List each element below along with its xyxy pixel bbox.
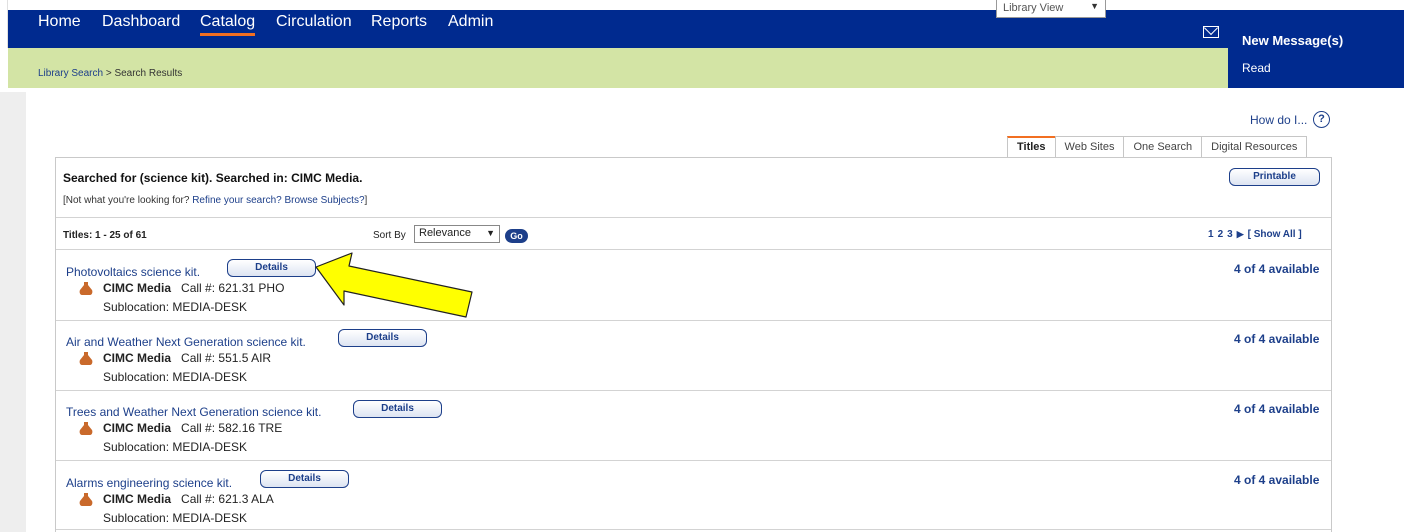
chevron-down-icon: ▼ (486, 228, 495, 238)
sort-by-label: Sort By (373, 230, 406, 241)
location-name: CIMC Media (103, 351, 172, 365)
availability[interactable]: 4 of 4 available (1234, 332, 1319, 346)
divider (56, 217, 1331, 218)
next-page-icon[interactable]: ▶ (1237, 229, 1244, 239)
call-label: Call #: (181, 351, 216, 365)
show-all-link[interactable]: [ Show All ] (1248, 229, 1302, 240)
page-link-3[interactable]: 3 (1227, 229, 1233, 240)
refine-suffix: ] (364, 195, 368, 206)
divider (56, 460, 1331, 461)
breadcrumb-library-search[interactable]: Library Search (38, 68, 103, 79)
tab-digital-resources[interactable]: Digital Resources (1201, 136, 1308, 158)
results-count: Titles: 1 - 25 of 61 (63, 230, 147, 241)
library-view-select[interactable]: Library View ▼ (996, 0, 1106, 18)
breadcrumb-current: Search Results (114, 68, 183, 79)
top-band (8, 0, 1404, 10)
new-messages-link[interactable]: New Message(s) (1242, 33, 1343, 48)
tab-web-sites[interactable]: Web Sites (1054, 136, 1125, 158)
divider (56, 249, 1331, 250)
tab-titles[interactable]: Titles (1007, 136, 1056, 158)
result-tabs: Titles Web Sites One Search Digital Reso… (1007, 136, 1308, 158)
science-kit-icon (79, 282, 93, 295)
location-name: CIMC Media (103, 421, 172, 435)
record-location: CIMC Media Call #: 551.5 AIR (103, 351, 271, 365)
divider (56, 320, 1331, 321)
refine-hint: [Not what you're looking for? Refine you… (63, 195, 367, 206)
read-messages-link[interactable]: Read (1242, 61, 1271, 75)
science-kit-icon (79, 493, 93, 506)
call-label: Call #: (181, 492, 216, 506)
details-button[interactable]: Details (260, 470, 349, 488)
printable-button[interactable]: Printable (1229, 168, 1320, 186)
details-button[interactable]: Details (353, 400, 442, 418)
availability[interactable]: 4 of 4 available (1234, 473, 1319, 487)
refine-prefix: [Not what you're looking for? (63, 195, 193, 206)
nav-dashboard[interactable]: Dashboard (102, 13, 180, 31)
sublocation: Sublocation: MEDIA-DESK (103, 511, 248, 525)
divider (56, 390, 1331, 391)
annotation-arrow (315, 252, 473, 318)
messages-panel (1228, 10, 1404, 88)
divider (56, 529, 1331, 530)
mail-icon[interactable] (1203, 26, 1219, 38)
nav-circulation[interactable]: Circulation (276, 13, 352, 31)
nav-admin[interactable]: Admin (448, 13, 493, 31)
science-kit-icon (79, 422, 93, 435)
pagination: 1 2 3 ▶ [ Show All ] (1208, 229, 1306, 240)
record-title[interactable]: Trees and Weather Next Generation scienc… (66, 405, 321, 419)
help-question-icon[interactable]: ? (1313, 111, 1330, 128)
call-label: Call #: (181, 421, 216, 435)
library-view-value: Library View (1003, 2, 1064, 14)
chevron-down-icon: ▼ (1090, 1, 1099, 11)
nav-catalog[interactable]: Catalog (200, 13, 256, 36)
nav-home[interactable]: Home (38, 13, 81, 31)
availability[interactable]: 4 of 4 available (1234, 262, 1319, 276)
call-number: 621.31 PHO (218, 281, 285, 295)
record-title[interactable]: Alarms engineering science kit. (66, 476, 232, 490)
search-summary: Searched for (science kit). Searched in:… (63, 171, 363, 185)
call-number: 582.16 TRE (218, 421, 283, 435)
page-link-1[interactable]: 1 (1208, 229, 1214, 240)
left-scroll-strip (0, 92, 26, 532)
refine-search-link[interactable]: Refine your search? (192, 195, 282, 206)
window-edge (0, 0, 8, 48)
location-name: CIMC Media (103, 281, 172, 295)
science-kit-icon (79, 352, 93, 365)
location-name: CIMC Media (103, 492, 172, 506)
tab-one-search[interactable]: One Search (1123, 136, 1203, 158)
go-button[interactable]: Go (505, 229, 528, 243)
sort-value: Relevance (419, 227, 471, 239)
breadcrumb: Library Search > Search Results (38, 68, 182, 79)
how-do-i-link[interactable]: How do I... (1250, 113, 1307, 127)
record-location: CIMC Media Call #: 621.31 PHO (103, 281, 284, 295)
nav-reports[interactable]: Reports (371, 13, 427, 31)
sort-select[interactable]: Relevance ▼ (414, 225, 500, 243)
record-title[interactable]: Air and Weather Next Generation science … (66, 335, 306, 349)
browse-subjects-link[interactable]: Browse Subjects? (284, 195, 364, 206)
page-link-2[interactable]: 2 (1218, 229, 1224, 240)
call-label: Call #: (181, 281, 216, 295)
record-title[interactable]: Photovoltaics science kit. (66, 265, 200, 279)
call-number: 551.5 AIR (218, 351, 272, 365)
call-number: 621.3 ALA (218, 492, 274, 506)
sublocation: Sublocation: MEDIA-DESK (103, 370, 248, 384)
breadcrumb-bar: Library Search > Search Results (8, 48, 1228, 88)
sublocation: Sublocation: MEDIA-DESK (103, 440, 248, 454)
details-button[interactable]: Details (338, 329, 427, 347)
record-location: CIMC Media Call #: 582.16 TRE (103, 421, 282, 435)
availability[interactable]: 4 of 4 available (1234, 402, 1319, 416)
sublocation: Sublocation: MEDIA-DESK (103, 300, 248, 314)
record-location: CIMC Media Call #: 621.3 ALA (103, 492, 274, 506)
breadcrumb-separator: > (105, 68, 112, 79)
